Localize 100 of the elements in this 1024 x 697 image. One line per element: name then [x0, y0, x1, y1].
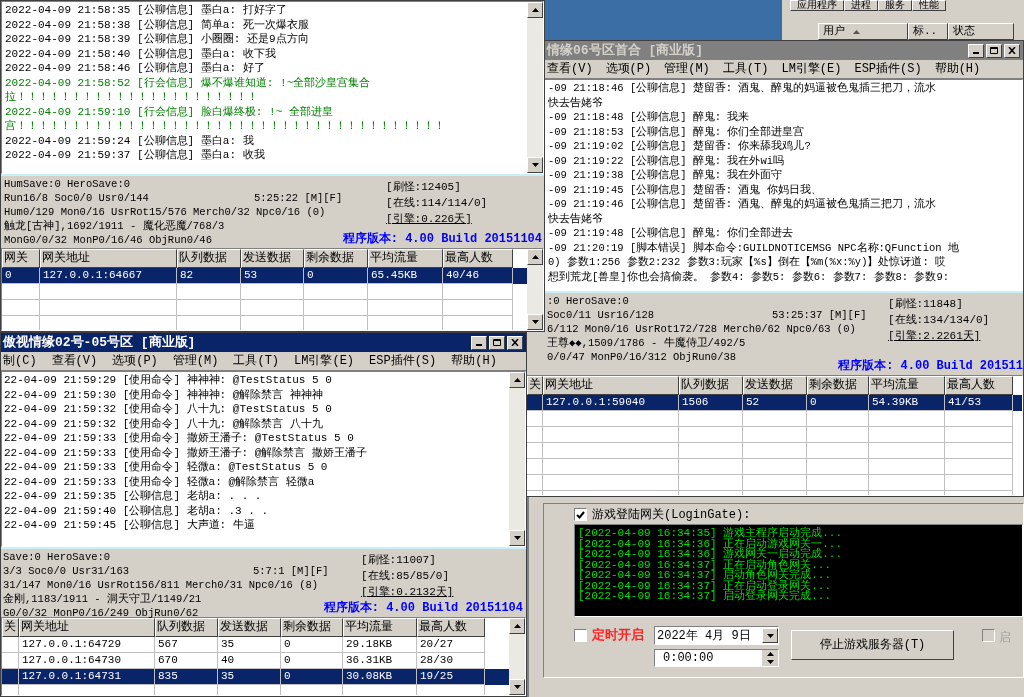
scroll-down-button[interactable] — [509, 530, 525, 546]
scroll-up-button[interactable] — [527, 2, 543, 18]
menu-item[interactable]: 帮助(H) — [934, 60, 981, 78]
menu-item[interactable]: 选项(P) — [112, 352, 158, 370]
scrollbar[interactable] — [509, 618, 525, 695]
menu-item[interactable]: 帮助(H) — [451, 352, 497, 370]
table-cell: 29.18KB — [343, 637, 417, 653]
menu-item[interactable]: ESP插件(S) — [369, 352, 437, 370]
close-button[interactable] — [1004, 43, 1020, 58]
empty-cell — [304, 300, 368, 316]
empty-cell — [743, 443, 807, 459]
menu-item[interactable]: ESP插件(S) — [854, 60, 922, 78]
scrollbar[interactable] — [509, 372, 525, 546]
check-icon — [576, 510, 585, 519]
close-button[interactable] — [507, 335, 523, 350]
counter-text: [在线:85/85/0] — [361, 569, 450, 584]
stop-server-button[interactable]: 停止游戏服务器(T) — [791, 630, 954, 660]
table-row[interactable]: 127.0.0.1:64729 567 35 0 29.18KB 20/27 — [2, 637, 509, 653]
column-header[interactable]: 队列数据 — [679, 376, 743, 395]
checkbox[interactable] — [574, 508, 587, 521]
maximize-button[interactable] — [986, 43, 1002, 58]
column-header[interactable]: 网关地址 — [543, 376, 679, 395]
menu-item[interactable]: 查看(V) — [51, 352, 98, 370]
checkbox[interactable] — [574, 629, 587, 642]
column-header[interactable]: 最高人数 — [417, 618, 485, 637]
log-line: 22-04-09 21:59:33 [使用命令] 轻微a: @TestStatus 5 0 — [4, 460, 328, 475]
empty-cell — [743, 475, 807, 491]
scroll-down-button[interactable] — [509, 679, 525, 695]
log-line: 2022-04-09 21:58:52 [行会信息] 爆不爆谁知道: !~全部沙皇宫集合 — [5, 75, 371, 90]
column-header[interactable]: 平均流量 — [869, 376, 945, 395]
column-header[interactable]: 用户 — [818, 23, 908, 40]
menu-item[interactable]: 工具(T) — [722, 60, 769, 78]
tab[interactable]: 应用程序 — [790, 0, 844, 11]
tab[interactable]: 进程 — [844, 0, 878, 11]
minimize-button[interactable] — [968, 43, 984, 58]
menu-item[interactable]: 制(C) — [3, 352, 37, 370]
status-text: Run16/8 Soc0/0 Usr0/144 — [4, 192, 149, 204]
log-line: 22-04-09 21:59:35 [公聊信息] 老胡a: . . . — [4, 489, 262, 504]
column-header[interactable]: 发送数据 — [218, 618, 281, 637]
scroll-down-button[interactable] — [527, 314, 543, 330]
column-header[interactable]: 剩余数据 — [304, 249, 368, 268]
table-cell: 82 — [177, 268, 241, 284]
column-header[interactable]: 平均流量 — [368, 249, 443, 268]
column-header[interactable]: 最高人数 — [443, 249, 513, 268]
minimize-button[interactable] — [471, 335, 487, 350]
column-header[interactable]: 状态 — [948, 23, 1014, 40]
scroll-up-button[interactable] — [509, 618, 525, 634]
menu-item[interactable]: 管理(M) — [172, 352, 219, 370]
column-header[interactable]: 关 — [527, 376, 543, 395]
maximize-button[interactable] — [489, 335, 505, 350]
table-cell: 127.0.0.1:64667 — [40, 268, 177, 284]
table-cell: 30.08KB — [343, 669, 417, 685]
menu-item[interactable]: 工具(T) — [233, 352, 280, 370]
scroll-up-button[interactable] — [509, 372, 525, 388]
scrollbar[interactable] — [527, 249, 543, 330]
empty-cell — [807, 427, 869, 443]
tab[interactable]: 性能 — [912, 0, 946, 11]
table-cell: 1506 — [679, 395, 743, 411]
table-cell: 20/27 — [417, 637, 485, 653]
tab[interactable]: 服务 — [878, 0, 912, 11]
column-header[interactable]: 最高人数 — [945, 376, 1013, 395]
table-row[interactable]: 127.0.0.1:59040 1506 52 0 54.39KB 41/53 — [527, 395, 1022, 411]
table-cell: 52 — [743, 395, 807, 411]
column-header[interactable]: 发送数据 — [743, 376, 807, 395]
column-header[interactable]: 关 — [2, 618, 19, 637]
spin-buttons[interactable] — [762, 650, 778, 666]
empty-cell — [443, 300, 513, 316]
menu-item[interactable]: 管理(M) — [664, 60, 710, 78]
log-line: 2022-04-09 21:58:40 [公聊信息] 墨白a: 收下我 — [5, 46, 276, 61]
menu-item[interactable]: 选项(P) — [605, 60, 652, 78]
scroll-down-button[interactable] — [527, 157, 543, 173]
column-header[interactable]: 剩余数据 — [281, 618, 343, 637]
menu-item[interactable]: LM引擎(E) — [781, 60, 842, 78]
table-cell: 35 — [218, 637, 281, 653]
table-row[interactable]: 0 127.0.0.1:64667 82 53 0 65.45KB 40/46 — [2, 268, 527, 284]
checkbox-label: 定时开启 — [592, 629, 644, 643]
column-header[interactable]: 队列数据 — [155, 618, 218, 637]
column-header[interactable]: 平均流量 — [343, 618, 417, 637]
table-cell: 567 — [155, 637, 218, 653]
scrollbar[interactable] — [527, 2, 543, 173]
menu-item[interactable]: LM引擎(E) — [294, 352, 355, 370]
dropdown-button[interactable] — [762, 628, 778, 643]
date-picker[interactable]: 2022年 4月 9日 — [654, 626, 779, 645]
column-header[interactable]: 剩余数据 — [807, 376, 869, 395]
column-header[interactable]: 网关地址 — [40, 249, 177, 268]
column-header[interactable]: 网关 — [2, 249, 40, 268]
menu-item[interactable]: 查看(V) — [547, 60, 593, 78]
time-field[interactable]: 0:00:00 — [654, 649, 779, 667]
column-header[interactable]: 标.. — [908, 23, 948, 40]
counter-text: [刷怪:11007] — [361, 553, 437, 568]
table-row[interactable]: 127.0.0.1:64731 835 35 0 30.08KB 19/25 — [2, 669, 509, 685]
empty-cell — [679, 475, 743, 491]
scroll-up-button[interactable] — [527, 249, 543, 265]
maximize-icon — [493, 339, 501, 346]
log-line: 0) 参数1:256 参数2:232 参数3:玩家【%s】倒在【%m(%x:%y)】处惊讶道: 哎 — [548, 255, 947, 270]
status-text: MonG0/0/32 MonP0/16/46 ObjRun0/46 — [4, 233, 212, 247]
column-header[interactable]: 发送数据 — [241, 249, 304, 268]
status-text: 王尊◆◆,1509/1786 - 牛魔侍卫/492/5 — [547, 336, 746, 350]
column-header[interactable]: 队列数据 — [177, 249, 241, 268]
column-header[interactable]: 网关地址 — [19, 618, 155, 637]
